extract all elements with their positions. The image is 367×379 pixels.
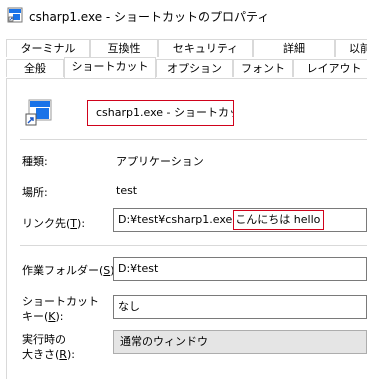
- target-label: リンク先(T):: [22, 217, 86, 230]
- hotkey-input[interactable]: なし: [113, 295, 367, 319]
- target-input[interactable]: D:¥test¥csharp1.exe こんにちは hello: [113, 208, 367, 232]
- application-icon: [7, 7, 23, 23]
- window-title: csharp1.exe - ショートカットのプロパティ: [29, 10, 270, 24]
- tab-general[interactable]: 全般: [6, 59, 64, 77]
- shortcut-icon: [25, 99, 52, 126]
- tab-layout[interactable]: レイアウト: [293, 59, 367, 77]
- run-label: 大きさ(R):: [22, 348, 75, 361]
- location-label: 場所:: [22, 186, 48, 199]
- target-path: D:¥test¥csharp1.exe: [118, 213, 233, 226]
- tab-previous-versions[interactable]: 以前: [335, 39, 367, 57]
- hotkey-label: キー(K):: [22, 310, 64, 323]
- run-size-dropdown[interactable]: 通常のウィンドウ: [113, 330, 367, 354]
- tab-terminal[interactable]: ターミナル: [6, 39, 90, 57]
- type-label: 種類:: [22, 155, 48, 168]
- tab-options[interactable]: オプション: [156, 59, 233, 77]
- workdir-label: 作業フォルダー(S):: [22, 264, 118, 277]
- tab-details[interactable]: 詳細: [253, 39, 335, 57]
- divider: [20, 139, 367, 140]
- title-bar: csharp1.exe - ショートカットのプロパティ: [0, 0, 367, 30]
- run-label-line1: 実行時の: [22, 333, 66, 346]
- tab-shortcut[interactable]: ショートカット: [64, 57, 156, 78]
- hotkey-label-line1: ショートカット: [22, 295, 99, 308]
- workdir-input[interactable]: D:¥test: [113, 257, 367, 281]
- location-value: test: [116, 184, 138, 197]
- tab-compatibility[interactable]: 互換性: [90, 39, 158, 57]
- target-argument-highlight: こんにちは hello: [233, 210, 325, 230]
- divider: [20, 245, 367, 246]
- shortcut-name-field[interactable]: csharp1.exe - ショートカット: [87, 100, 234, 126]
- tab-font[interactable]: フォント: [233, 59, 293, 77]
- type-value: アプリケーション: [116, 155, 204, 168]
- tab-security[interactable]: セキュリティ: [158, 39, 253, 57]
